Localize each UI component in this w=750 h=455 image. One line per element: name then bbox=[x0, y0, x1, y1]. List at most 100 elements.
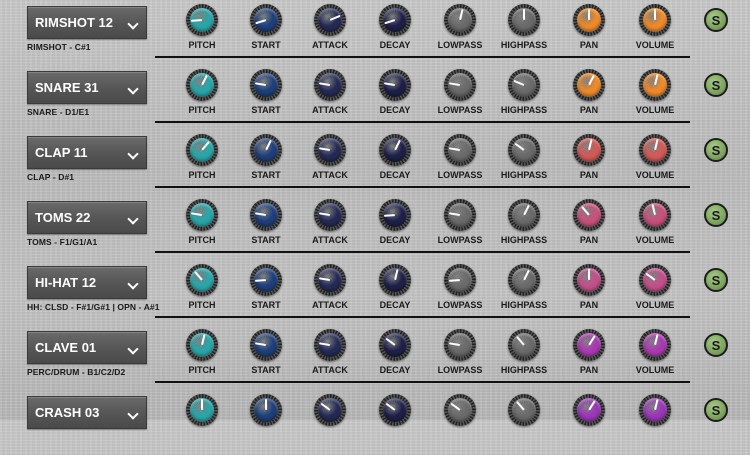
pitch-knob[interactable] bbox=[186, 199, 218, 231]
chevron-down-icon bbox=[127, 278, 139, 290]
attack-knob[interactable] bbox=[314, 394, 346, 426]
solo-button[interactable]: S bbox=[704, 398, 728, 422]
volume-knob[interactable] bbox=[639, 69, 671, 101]
start-knob[interactable] bbox=[250, 329, 282, 361]
instrument-select-button[interactable]: TOMS 22 bbox=[27, 201, 147, 234]
pan-knob[interactable] bbox=[573, 264, 605, 296]
knob-pointer bbox=[523, 9, 525, 20]
highpass-knob[interactable] bbox=[508, 264, 540, 296]
highpass-knob[interactable] bbox=[508, 394, 540, 426]
start-knob[interactable] bbox=[250, 134, 282, 166]
pan-knob[interactable] bbox=[573, 199, 605, 231]
pan-knob[interactable] bbox=[573, 134, 605, 166]
instrument-row: TOMS 22 TOMS - F1/G1/A1 PITCH START ATTACK DE… bbox=[0, 195, 750, 260]
volume-knob[interactable] bbox=[639, 264, 671, 296]
volume-knob[interactable] bbox=[639, 394, 671, 426]
decay-knob[interactable] bbox=[379, 69, 411, 101]
knob-cap bbox=[318, 203, 342, 227]
knob-pointer bbox=[588, 269, 590, 280]
start-knob[interactable] bbox=[250, 264, 282, 296]
knob-cap bbox=[512, 138, 536, 162]
instrument-select-button[interactable]: HI-HAT 12 bbox=[27, 266, 147, 299]
pitch-knob[interactable] bbox=[186, 264, 218, 296]
knob-cap bbox=[383, 73, 407, 97]
knob-cap bbox=[318, 333, 342, 357]
decay-knob[interactable] bbox=[379, 199, 411, 231]
knob-cap bbox=[318, 138, 342, 162]
chevron-down-icon bbox=[127, 148, 139, 160]
knob-cap bbox=[643, 268, 667, 292]
solo-button[interactable]: S bbox=[704, 333, 728, 357]
instrument-mapping-label: CLAP - D#1 bbox=[27, 172, 75, 182]
solo-button[interactable]: S bbox=[704, 268, 728, 292]
lowpass-knob[interactable] bbox=[444, 134, 476, 166]
instrument-select-button[interactable]: CLAP 11 bbox=[27, 136, 147, 169]
instrument-select-button[interactable]: CRASH 03 bbox=[27, 396, 147, 429]
volume-knob[interactable] bbox=[639, 329, 671, 361]
decay-knob[interactable] bbox=[379, 394, 411, 426]
instrument-name: RIMSHOT 12 bbox=[35, 15, 114, 30]
chevron-down-icon bbox=[127, 18, 139, 30]
lowpass-knob[interactable] bbox=[444, 4, 476, 36]
volume-knob[interactable] bbox=[639, 199, 671, 231]
decay-knob[interactable] bbox=[379, 329, 411, 361]
knob-cap bbox=[383, 333, 407, 357]
pitch-knob[interactable] bbox=[186, 394, 218, 426]
instrument-name: CRASH 03 bbox=[35, 405, 100, 420]
attack-knob[interactable] bbox=[314, 329, 346, 361]
attack-knob[interactable] bbox=[314, 264, 346, 296]
solo-button[interactable]: S bbox=[704, 203, 728, 227]
lowpass-knob[interactable] bbox=[444, 69, 476, 101]
pitch-knob[interactable] bbox=[186, 69, 218, 101]
pitch-knob[interactable] bbox=[186, 329, 218, 361]
decay-knob[interactable] bbox=[379, 134, 411, 166]
highpass-knob[interactable] bbox=[508, 199, 540, 231]
highpass-knob[interactable] bbox=[508, 134, 540, 166]
start-knob[interactable] bbox=[250, 4, 282, 36]
volume-label: VOLUME bbox=[635, 170, 675, 180]
pan-knob[interactable] bbox=[573, 394, 605, 426]
chevron-down-icon bbox=[127, 408, 139, 420]
decay-knob[interactable] bbox=[379, 4, 411, 36]
decay-knob[interactable] bbox=[379, 264, 411, 296]
row-divider bbox=[155, 186, 690, 188]
lowpass-knob[interactable] bbox=[444, 264, 476, 296]
lowpass-knob[interactable] bbox=[444, 394, 476, 426]
lowpass-knob[interactable] bbox=[444, 329, 476, 361]
attack-knob[interactable] bbox=[314, 134, 346, 166]
volume-knob[interactable] bbox=[639, 4, 671, 36]
knob-cap bbox=[318, 398, 342, 422]
chevron-down-icon bbox=[127, 213, 139, 225]
knob-cap bbox=[448, 398, 472, 422]
pan-knob[interactable] bbox=[573, 329, 605, 361]
solo-button[interactable]: S bbox=[704, 73, 728, 97]
instrument-name: SNARE 31 bbox=[35, 80, 99, 95]
highpass-knob[interactable] bbox=[508, 69, 540, 101]
lowpass-knob[interactable] bbox=[444, 199, 476, 231]
volume-knob[interactable] bbox=[639, 134, 671, 166]
knob-cap bbox=[448, 73, 472, 97]
attack-knob[interactable] bbox=[314, 4, 346, 36]
pitch-knob[interactable] bbox=[186, 4, 218, 36]
attack-knob[interactable] bbox=[314, 69, 346, 101]
pan-knob[interactable] bbox=[573, 4, 605, 36]
pitch-knob[interactable] bbox=[186, 134, 218, 166]
knob-cap bbox=[448, 138, 472, 162]
instrument-select-button[interactable]: RIMSHOT 12 bbox=[27, 6, 147, 39]
chevron-down-icon bbox=[127, 343, 139, 355]
drum-machine-rack: RIMSHOT 12 RIMSHOT - C#1 PITCH START ATTACK D… bbox=[0, 0, 750, 429]
start-knob[interactable] bbox=[250, 199, 282, 231]
solo-button[interactable]: S bbox=[704, 8, 728, 32]
instrument-select-button[interactable]: SNARE 31 bbox=[27, 71, 147, 104]
attack-knob[interactable] bbox=[314, 199, 346, 231]
instrument-mapping-label: TOMS - F1/G1/A1 bbox=[27, 237, 98, 247]
knob-cap bbox=[318, 73, 342, 97]
start-knob[interactable] bbox=[250, 69, 282, 101]
pan-knob[interactable] bbox=[573, 69, 605, 101]
start-knob[interactable] bbox=[250, 394, 282, 426]
instrument-select-button[interactable]: CLAVE 01 bbox=[27, 331, 147, 364]
highpass-knob[interactable] bbox=[508, 4, 540, 36]
highpass-knob[interactable] bbox=[508, 329, 540, 361]
solo-button[interactable]: S bbox=[704, 138, 728, 162]
instrument-row: RIMSHOT 12 RIMSHOT - C#1 PITCH START ATTACK D… bbox=[0, 0, 750, 65]
